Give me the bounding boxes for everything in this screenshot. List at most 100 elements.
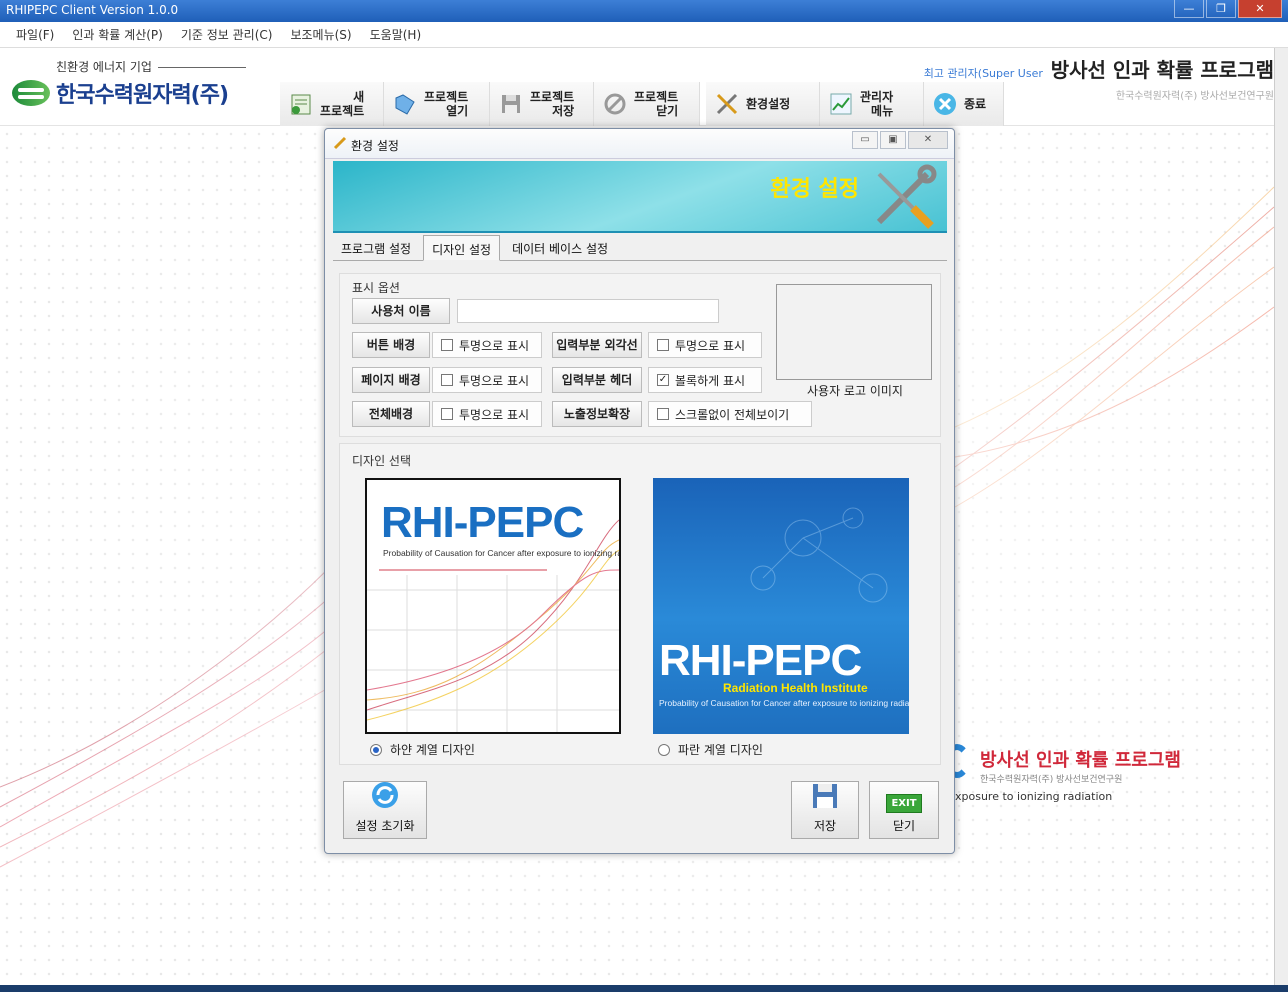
program-title: 방사선 인과 확률 프로그램 bbox=[1050, 58, 1274, 82]
tab-design-settings[interactable]: 디자인 설정 bbox=[423, 235, 501, 261]
close-label: 닫기 bbox=[892, 819, 916, 833]
button-bg-button[interactable]: 버튼 배경 bbox=[352, 332, 430, 358]
dialog-titlebar: 환경 설정 ▭ ▣ ✕ bbox=[325, 129, 954, 159]
design-select-group: 디자인 선택 RHI-PEPC Probability of Causation… bbox=[339, 443, 941, 765]
header-right: 최고 관리자(Super User 방사선 인과 확률 프로그램 한국수력원자력… bbox=[924, 54, 1274, 102]
new-project-button[interactable]: 새 프로젝트 bbox=[280, 82, 384, 126]
close-project-button[interactable]: 프로젝트 닫기 bbox=[594, 82, 700, 126]
admin-menu-button[interactable]: 관리자 메뉴 bbox=[820, 82, 924, 126]
institute-name: 한국수력원자력(주) 방사선보건연구원 bbox=[1115, 91, 1274, 102]
close-button[interactable]: EXIT 닫기 bbox=[869, 781, 939, 839]
expose-check-box bbox=[657, 408, 669, 420]
blue-design-subtitle: Probability of Causation for Cancer afte… bbox=[659, 698, 909, 708]
all-bg-check-label: 투명으로 표시 bbox=[459, 407, 530, 422]
settings-label: 환경설정 bbox=[746, 97, 791, 111]
page-bg-check-label: 투명으로 표시 bbox=[459, 373, 530, 388]
dialog-banner: 환경 설정 bbox=[333, 161, 947, 233]
minimize-icon[interactable]: — bbox=[1174, 0, 1204, 18]
white-design-radio-dot bbox=[370, 743, 382, 756]
all-bg-button[interactable]: 전체배경 bbox=[352, 401, 430, 427]
all-bg-checkbox[interactable]: 투명으로 표시 bbox=[432, 401, 542, 427]
white-design-radio-label: 하얀 계열 디자인 bbox=[390, 743, 475, 757]
input-header-check-box: ✓ bbox=[657, 374, 669, 386]
menu-help[interactable]: 도움말(H) bbox=[362, 26, 430, 43]
save-button[interactable]: 저장 bbox=[791, 781, 859, 839]
design-select-title: 디자인 선택 bbox=[352, 454, 412, 468]
dialog-minimize-icon[interactable]: ▭ bbox=[852, 131, 878, 149]
close-icon[interactable]: ✕ bbox=[1238, 0, 1282, 18]
settings-button[interactable]: 환경설정 bbox=[706, 82, 820, 126]
reset-settings-button[interactable]: 설정 초기화 bbox=[343, 781, 427, 839]
dialog-close-icon[interactable]: ✕ bbox=[908, 131, 948, 149]
input-header-checkbox[interactable]: ✓ 볼록하게 표시 bbox=[648, 367, 762, 393]
dialog-window-controls: ▭ ▣ ✕ bbox=[852, 131, 948, 149]
save-label: 저장 bbox=[813, 819, 837, 833]
logo-company-name: 한국수력원자력(주) bbox=[56, 83, 229, 108]
close-project-label: 프로젝트 닫기 bbox=[634, 90, 679, 118]
app-title: RHIPEPC Client Version 1.0.0 bbox=[6, 3, 179, 17]
open-folder-icon bbox=[392, 91, 418, 117]
blue-design-radio-label: 파란 계열 디자인 bbox=[678, 743, 763, 757]
dialog-maximize-icon[interactable]: ▣ bbox=[880, 131, 906, 149]
new-project-icon bbox=[288, 91, 314, 117]
settings-dialog: 환경 설정 ▭ ▣ ✕ 환경 설정 프로그램 설정 디자인 설정 데이터 베이스… bbox=[324, 128, 955, 854]
tab-database-settings[interactable]: 데이터 베이스 설정 bbox=[504, 235, 616, 260]
exit-badge-icon: EXIT bbox=[886, 794, 922, 813]
logo-mark-icon bbox=[12, 80, 50, 106]
button-bg-checkbox[interactable]: 투명으로 표시 bbox=[432, 332, 542, 358]
white-design-preview[interactable]: RHI-PEPC Probability of Causation for Ca… bbox=[365, 478, 621, 734]
user-logo-caption: 사용자 로고 이미지 bbox=[807, 384, 903, 398]
expose-check-label: 스크롤없이 전체보이기 bbox=[675, 407, 790, 422]
bg-program-title: 방사선 인과 확률 프로그램 bbox=[980, 750, 1181, 771]
taskbar bbox=[0, 985, 1288, 992]
open-project-button[interactable]: 프로젝트 열기 bbox=[384, 82, 490, 126]
blue-design-preview[interactable]: RHI-PEPC Radiation Health Institute Prob… bbox=[653, 478, 909, 734]
page-bg-button[interactable]: 페이지 배경 bbox=[352, 367, 430, 393]
white-design-radio[interactable]: 하얀 계열 디자인 bbox=[370, 741, 475, 758]
window-controls: — ❐ ✕ bbox=[1174, 0, 1282, 18]
tab-program-settings[interactable]: 프로그램 설정 bbox=[333, 235, 419, 260]
page-bg-checkbox[interactable]: 투명으로 표시 bbox=[432, 367, 542, 393]
chart-icon bbox=[828, 91, 854, 117]
menubar: 파일(F) 인과 확률 계산(P) 기준 정보 관리(C) 보조메뉴(S) 도움… bbox=[0, 22, 1288, 48]
company-logo: 친환경 에너지 기업 한국수력원자력(주) bbox=[12, 58, 262, 109]
blue-design-radio[interactable]: 파란 계열 디자인 bbox=[658, 741, 763, 758]
input-outline-check-box bbox=[657, 339, 669, 351]
maximize-icon[interactable]: ❐ bbox=[1206, 0, 1236, 18]
input-outline-checkbox[interactable]: 투명으로 표시 bbox=[648, 332, 762, 358]
prohibited-icon bbox=[602, 91, 628, 117]
current-user: 최고 관리자(Super User bbox=[923, 67, 1043, 80]
save-project-label: 프로젝트 저장 bbox=[530, 90, 575, 118]
menu-reference[interactable]: 기준 정보 관리(C) bbox=[173, 26, 281, 43]
button-bg-check-box bbox=[441, 339, 453, 351]
expose-checkbox[interactable]: 스크롤없이 전체보이기 bbox=[648, 401, 812, 427]
reset-settings-label: 설정 초기화 bbox=[355, 819, 415, 833]
white-design-subtitle: Probability of Causation for Cancer afte… bbox=[383, 548, 621, 558]
all-bg-check-box bbox=[441, 408, 453, 420]
input-outline-check-label: 투명으로 표시 bbox=[675, 338, 746, 353]
new-project-label: 새 프로젝트 bbox=[320, 90, 365, 118]
logo-tagline: 친환경 에너지 기업 bbox=[12, 58, 262, 75]
menu-calc[interactable]: 인과 확률 계산(P) bbox=[64, 26, 170, 43]
blue-design-institute: Radiation Health Institute bbox=[723, 681, 868, 695]
admin-menu-label: 관리자 메뉴 bbox=[860, 90, 894, 118]
blue-design-radio-dot bbox=[658, 743, 670, 756]
menu-file[interactable]: 파일(F) bbox=[8, 26, 62, 43]
input-header-button[interactable]: 입력부분 헤더 bbox=[552, 367, 642, 393]
dialog-title: 환경 설정 bbox=[351, 139, 399, 153]
expose-button[interactable]: 노출정보확장 bbox=[552, 401, 642, 427]
banner-tools-icon bbox=[876, 164, 937, 229]
vertical-scrollbar[interactable] bbox=[1274, 48, 1288, 985]
menu-aux[interactable]: 보조메뉴(S) bbox=[282, 26, 359, 43]
bg-institute: 한국수력원자력(주) 방사선보건연구원 bbox=[980, 775, 1123, 785]
user-name-input[interactable] bbox=[457, 299, 719, 323]
user-logo-image[interactable] bbox=[776, 284, 932, 380]
save-project-button[interactable]: 프로젝트 저장 bbox=[490, 82, 594, 126]
blue-design-molecule-art bbox=[750, 507, 888, 603]
app-titlebar: RHIPEPC Client Version 1.0.0 — ❐ ✕ bbox=[0, 0, 1288, 22]
display-options-title: 표시 옵션 bbox=[352, 281, 400, 295]
save-disk-icon bbox=[498, 91, 524, 117]
input-outline-button[interactable]: 입력부분 외각선 bbox=[552, 332, 642, 358]
user-name-button[interactable]: 사용처 이름 bbox=[352, 298, 450, 324]
button-bg-check-label: 투명으로 표시 bbox=[459, 338, 530, 353]
